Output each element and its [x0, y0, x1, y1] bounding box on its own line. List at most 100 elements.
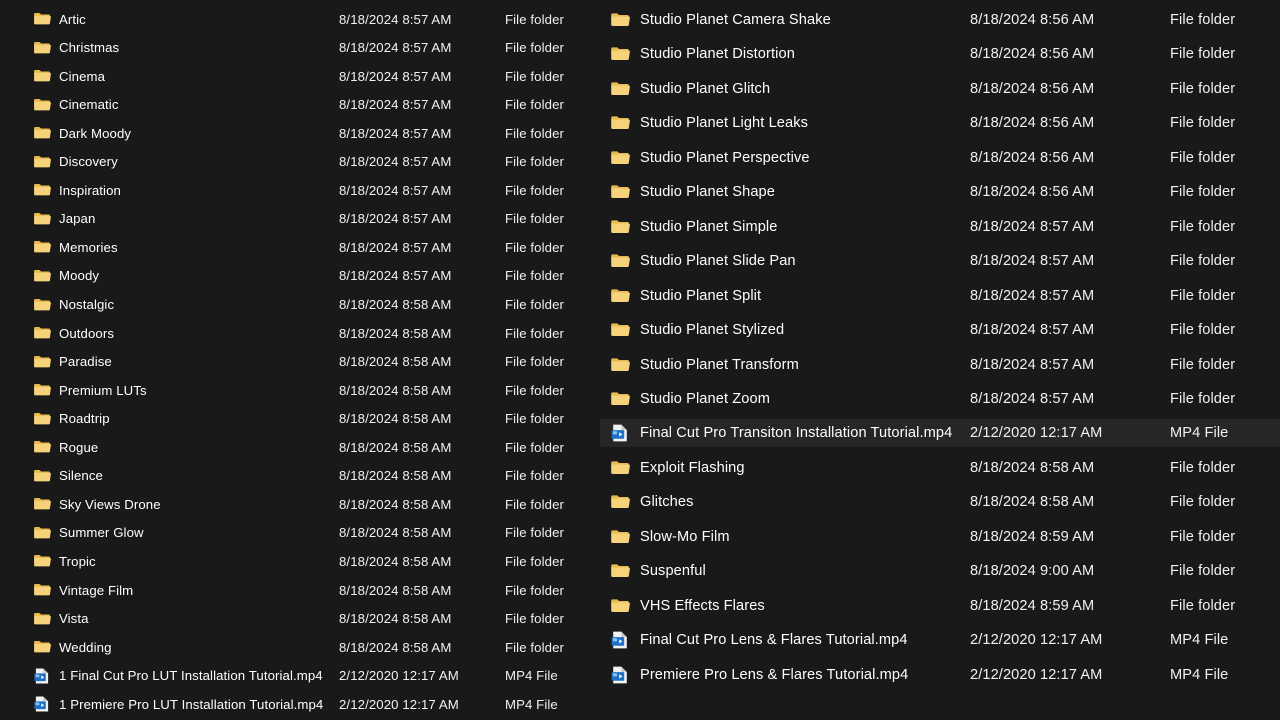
- file-name-label: Studio Planet Glitch: [640, 80, 771, 97]
- file-name-label: Studio Planet Stylized: [640, 322, 785, 339]
- file-row[interactable]: Dark Moody 8/18/2024 8:57 AM File folder: [0, 121, 600, 145]
- file-list-left-pane[interactable]: Artic 8/18/2024 8:57 AM File folder Christm…: [0, 0, 600, 720]
- file-date-modified: 8/18/2024 8:57 AM: [970, 253, 1095, 270]
- file-row[interactable]: Studio Planet Split 8/18/2024 8:57 AM File…: [600, 282, 1280, 310]
- file-row[interactable]: Studio Planet Light Leaks 8/18/2024 8:56 …: [600, 109, 1280, 137]
- file-name-label: Studio Planet Camera Shake: [640, 12, 831, 28]
- file-date-modified: 8/18/2024 8:58 AM: [339, 468, 452, 484]
- file-row[interactable]: Nostalgic 8/18/2024 8:58 AM File folder: [0, 293, 600, 317]
- file-row[interactable]: Rogue 8/18/2024 8:58 AM File folder: [0, 435, 600, 459]
- file-row[interactable]: Tropic 8/18/2024 8:58 AM File folder: [0, 549, 600, 573]
- file-row[interactable]: Final Cut Pro Transiton Installation Tut…: [600, 419, 1280, 448]
- file-date-modified: 8/18/2024 8:57 AM: [339, 40, 452, 56]
- file-date-modified: 8/18/2024 8:56 AM: [970, 115, 1095, 132]
- mp4-file-icon: [33, 667, 51, 685]
- file-row[interactable]: Studio Planet Perspective 8/18/2024 8:56 …: [600, 144, 1280, 172]
- folder-icon: [610, 286, 630, 306]
- file-type-label: File folder: [1170, 253, 1236, 270]
- file-type-label: MP4 File: [505, 668, 558, 684]
- file-row[interactable]: Vista 8/18/2024 8:58 AM File folder: [0, 607, 600, 631]
- file-type-label: File folder: [505, 611, 565, 627]
- folder-icon: [610, 561, 630, 581]
- folder-icon: [610, 320, 630, 340]
- file-row[interactable]: Cinematic 8/18/2024 8:57 AM File folder: [0, 93, 600, 117]
- file-type-label: File folder: [1170, 494, 1236, 511]
- file-row[interactable]: 1 Premiere Pro LUT Installation Tutorial…: [0, 692, 600, 716]
- file-date-modified: 2/12/2020 12:17 AM: [339, 668, 459, 684]
- file-row[interactable]: Studio Planet Camera Shake 8/18/2024 8:56…: [600, 6, 1280, 34]
- file-row[interactable]: Sky Views Drone 8/18/2024 8:58 AM File fol…: [0, 492, 600, 516]
- file-name-label: Artic: [59, 11, 86, 27]
- file-row[interactable]: VHS Effects Flares 8/18/2024 8:59 AM File …: [600, 592, 1280, 620]
- file-type-label: File folder: [1170, 356, 1236, 373]
- folder-icon: [33, 381, 51, 399]
- file-date-modified: 8/18/2024 8:57 AM: [339, 211, 452, 227]
- mp4-file-icon: [610, 423, 630, 443]
- file-date-modified: 8/18/2024 8:57 AM: [339, 11, 452, 27]
- file-row[interactable]: Outdoors 8/18/2024 8:58 AM File folder: [0, 321, 600, 345]
- file-date-modified: 8/18/2024 8:57 AM: [970, 322, 1095, 339]
- file-date-modified: 2/12/2020 12:17 AM: [339, 696, 459, 712]
- mp4-file-icon: [610, 665, 630, 685]
- file-row[interactable]: Studio Planet Slide Pan 8/18/2024 8:57 AM…: [600, 247, 1280, 275]
- file-name-label: Studio Planet Transform: [640, 356, 799, 373]
- file-name-label: Final Cut Pro Lens & Flares Tutorial.mp4: [640, 632, 908, 649]
- folder-icon: [33, 67, 51, 85]
- file-row[interactable]: Vintage Film 8/18/2024 8:58 AM File folder: [0, 578, 600, 602]
- file-type-label: File folder: [1170, 149, 1236, 166]
- file-row[interactable]: Memories 8/18/2024 8:57 AM File folder: [0, 235, 600, 259]
- file-row[interactable]: Artic 8/18/2024 8:57 AM File folder: [0, 7, 600, 31]
- file-row[interactable]: Discovery 8/18/2024 8:57 AM File folder: [0, 150, 600, 174]
- file-date-modified: 8/18/2024 9:00 AM: [970, 563, 1095, 580]
- file-type-label: File folder: [505, 582, 565, 598]
- folder-icon: [610, 182, 630, 202]
- folder-icon: [33, 638, 51, 656]
- file-row[interactable]: Studio Planet Shape 8/18/2024 8:56 AM File…: [600, 178, 1280, 206]
- file-row[interactable]: Studio Planet Stylized 8/18/2024 8:57 AM F…: [600, 316, 1280, 344]
- folder-icon: [610, 355, 630, 375]
- file-name-label: Vintage Film: [59, 582, 134, 598]
- file-row[interactable]: Inspiration 8/18/2024 8:57 AM File folder: [0, 178, 600, 202]
- file-row[interactable]: Cinema 8/18/2024 8:57 AM File folder: [0, 64, 600, 88]
- file-name-label: Cinema: [59, 68, 106, 84]
- file-row[interactable]: Christmas 8/18/2024 8:57 AM File folder: [0, 36, 600, 60]
- file-date-modified: 2/12/2020 12:17 AM: [970, 632, 1103, 649]
- file-row[interactable]: Exploit Flashing 8/18/2024 8:58 AM File fo…: [600, 454, 1280, 482]
- file-row[interactable]: Studio Planet Transform 8/18/2024 8:57 AM…: [600, 351, 1280, 379]
- file-row[interactable]: Moody 8/18/2024 8:57 AM File folder: [0, 264, 600, 288]
- file-type-label: File folder: [1170, 287, 1236, 304]
- file-row[interactable]: Studio Planet Simple 8/18/2024 8:57 AM Fil…: [600, 213, 1280, 241]
- folder-icon: [33, 467, 51, 485]
- file-date-modified: 8/18/2024 8:58 AM: [339, 525, 452, 541]
- file-row[interactable]: Silence 8/18/2024 8:58 AM File folder: [0, 464, 600, 488]
- file-name-label: Studio Planet Slide Pan: [640, 253, 796, 270]
- file-row[interactable]: 1 Final Cut Pro LUT Installation Tutoria…: [0, 664, 600, 688]
- file-row[interactable]: Slow-Mo Film 8/18/2024 8:59 AM File folder: [600, 523, 1280, 551]
- file-row[interactable]: Paradise 8/18/2024 8:58 AM File folder: [0, 350, 600, 374]
- file-type-label: File folder: [505, 496, 565, 512]
- file-row[interactable]: Roadtrip 8/18/2024 8:58 AM File folder: [0, 407, 600, 431]
- file-name-label: Memories: [59, 239, 118, 255]
- file-type-label: MP4 File: [1170, 666, 1229, 683]
- file-row[interactable]: Studio Planet Distortion 8/18/2024 8:56 A…: [600, 40, 1280, 68]
- file-row[interactable]: Glitches 8/18/2024 8:58 AM File folder: [600, 488, 1280, 516]
- file-row[interactable]: Summer Glow 8/18/2024 8:58 AM File folder: [0, 521, 600, 545]
- folder-icon: [33, 238, 51, 256]
- file-row[interactable]: Japan 8/18/2024 8:57 AM File folder: [0, 207, 600, 231]
- file-date-modified: 8/18/2024 8:58 AM: [339, 439, 452, 455]
- file-row[interactable]: Premiere Pro Lens & Flares Tutorial.mp4 2…: [600, 661, 1280, 689]
- folder-icon: [33, 153, 51, 171]
- file-row[interactable]: Final Cut Pro Lens & Flares Tutorial.mp4…: [600, 626, 1280, 654]
- file-list-right-pane[interactable]: Studio Planet Camera Shake 8/18/2024 8:56…: [600, 0, 1280, 720]
- file-row[interactable]: Premium LUTs 8/18/2024 8:58 AM File folder: [0, 378, 600, 402]
- file-name-label: Silence: [59, 468, 103, 484]
- file-row[interactable]: Wedding 8/18/2024 8:58 AM File folder: [0, 635, 600, 659]
- file-type-label: File folder: [1170, 184, 1236, 201]
- file-row[interactable]: Studio Planet Zoom 8/18/2024 8:57 AM File …: [600, 385, 1280, 413]
- folder-icon: [33, 210, 51, 228]
- file-row[interactable]: Studio Planet Glitch 8/18/2024 8:56 AM Fil…: [600, 75, 1280, 103]
- folder-icon: [33, 267, 51, 285]
- file-row[interactable]: Suspenful 8/18/2024 9:00 AM File folder: [600, 557, 1280, 585]
- file-name-label: Studio Planet Simple: [640, 218, 778, 235]
- file-type-label: File folder: [505, 68, 565, 84]
